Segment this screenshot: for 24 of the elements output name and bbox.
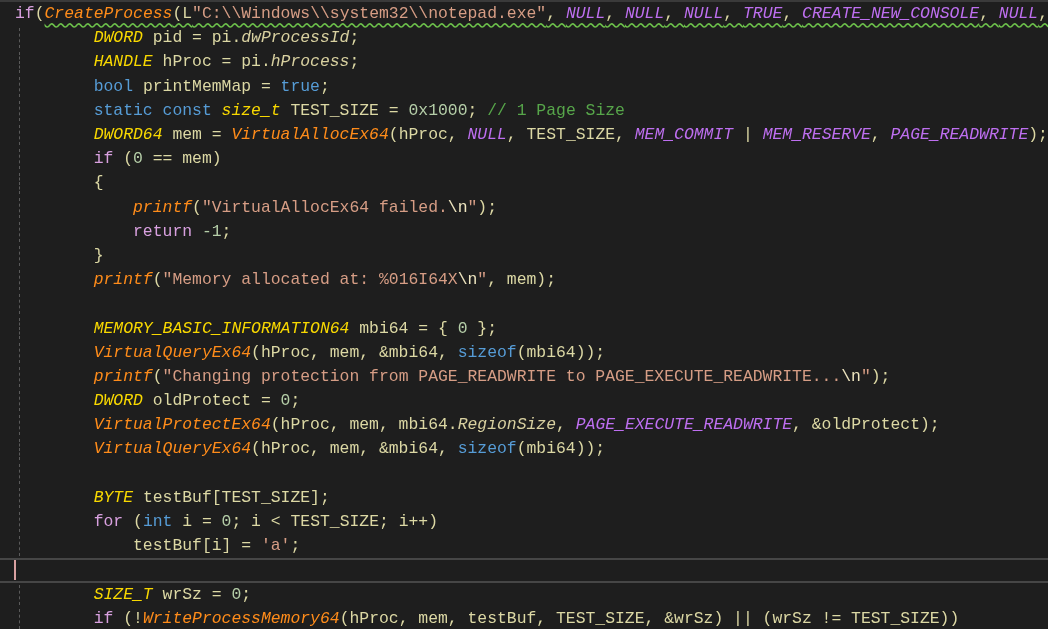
code-line: printf("Changing protection from PAGE_READWRITE to PAGE_EXECUTE_READWRITE...\n"); xyxy=(92,365,891,388)
code-line: VirtualProtectEx64(hProc, mem, mbi64.RegionSize, PAGE_EXECUTE_READWRITE, &oldProtect); xyxy=(92,414,940,437)
code-line: if (!WriteProcessMemory64(hProc, mem, testBuf, TEST_SIZE, &wrSz) || (wrSz != TEST_SIZE)) xyxy=(92,607,960,629)
code-line: VirtualQueryEx64(hProc, mem, &mbi64, sizeof(mbi64)); xyxy=(92,341,606,364)
code-line: printf("Memory allocated at: %016I64X\n", mem); xyxy=(92,269,557,292)
code-line: static const size_t TEST_SIZE = 0x1000; // 1 Page Size xyxy=(92,99,625,122)
code-line: DWORD64 mem = VirtualAllocEx64(hProc, NULL, TEST_SIZE, MEM_COMMIT | MEM_RESERVE, PAGE_READWRITE); xyxy=(92,124,1048,147)
code-line: return -1; xyxy=(132,220,232,243)
code-line: VirtualQueryEx64(hProc, mem, &mbi64, sizeof(mbi64)); xyxy=(92,438,606,461)
code-line: { xyxy=(92,172,104,195)
code-line: if(CreateProcess(L"C:\\Windows\\system32\\notepad.exe", NULL, NULL, NULL, TRUE, CREATE_NEW_CONSOLE, NULL, xyxy=(15,3,1048,26)
code-line: DWORD pid = pi.dwProcessId; xyxy=(92,27,360,50)
text-cursor xyxy=(14,560,16,581)
code-line: bool printMemMap = true; xyxy=(92,75,330,98)
code-line: for (int i = 0; i < TEST_SIZE; i++) xyxy=(92,511,438,534)
code-line: testBuf[i] = 'a'; xyxy=(132,535,301,558)
code-line: BYTE testBuf[TEST_SIZE]; xyxy=(92,486,330,509)
code-line: MEMORY_BASIC_INFORMATION64 mbi64 = { 0 }; xyxy=(92,317,497,340)
code-line: printf("VirtualAllocEx64 failed.\n"); xyxy=(132,196,498,219)
code-line: if (0 == mem) xyxy=(92,148,222,171)
code-line: SIZE_T wrSz = 0; xyxy=(92,583,252,606)
code-line: } xyxy=(92,244,104,267)
code-line: DWORD oldProtect = 0; xyxy=(92,390,301,413)
code-line: HANDLE hProc = pi.hProcess; xyxy=(92,51,360,74)
